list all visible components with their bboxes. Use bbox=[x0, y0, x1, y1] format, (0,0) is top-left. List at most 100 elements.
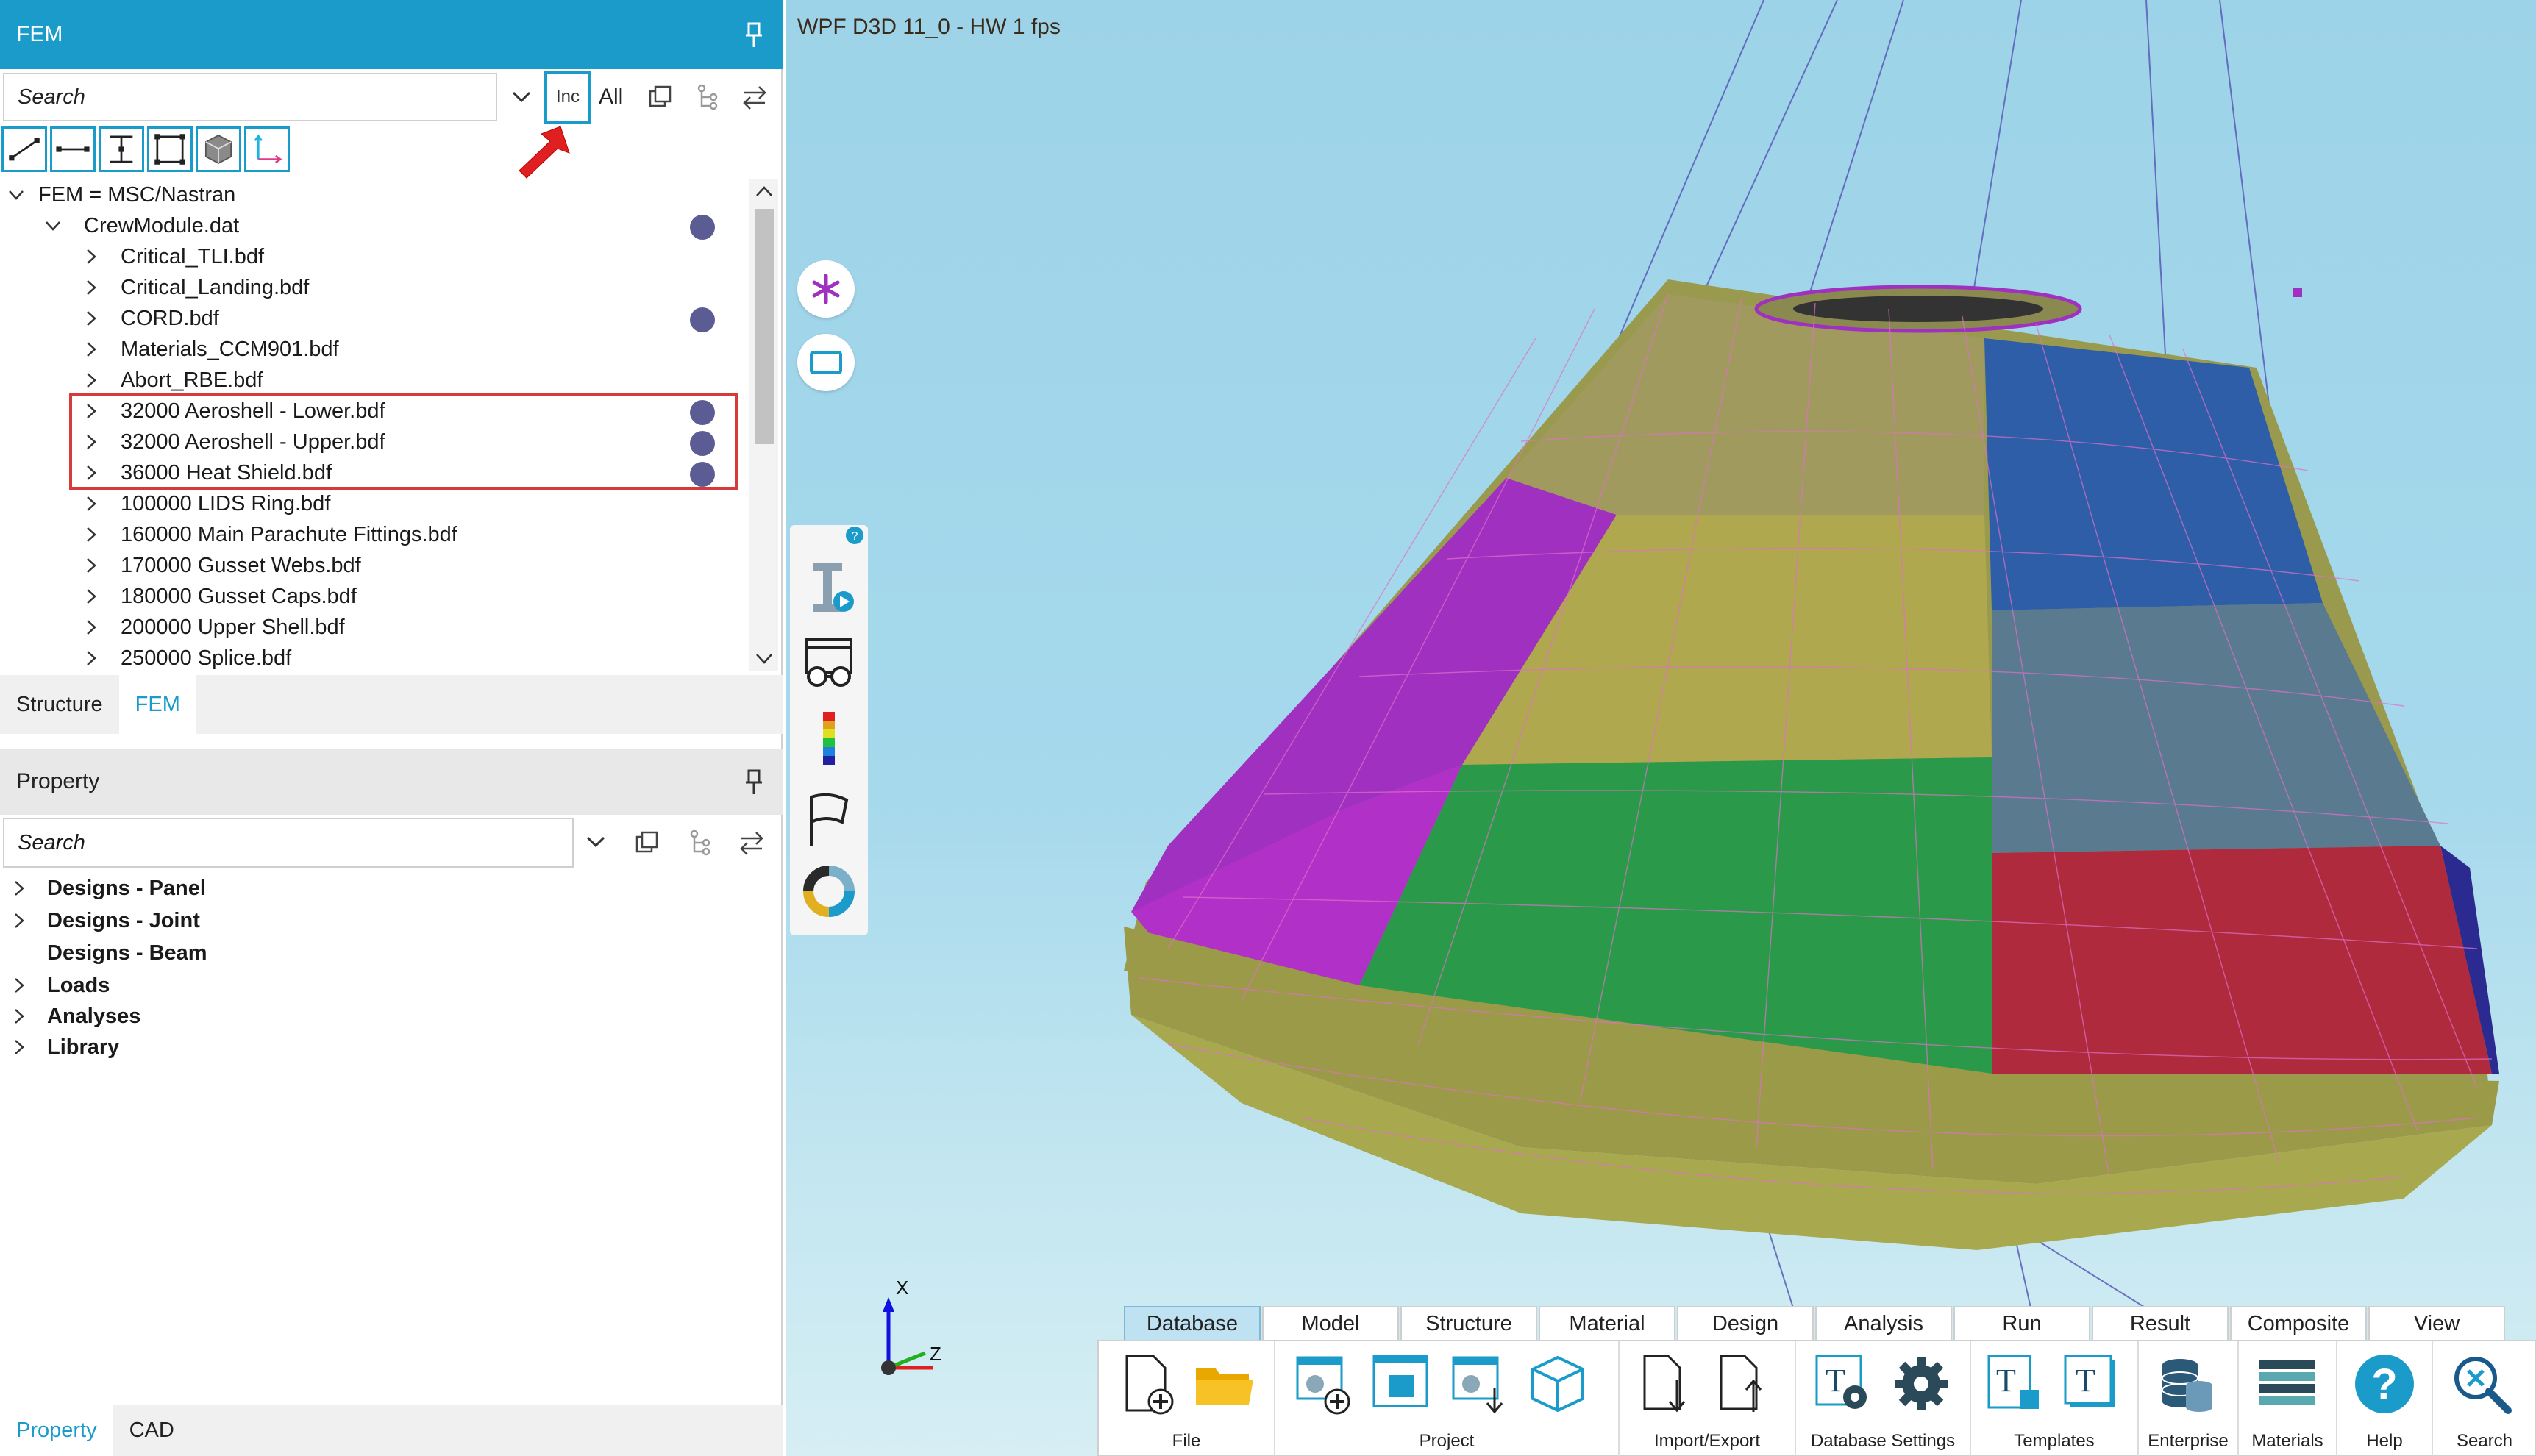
tree-item[interactable]: 200000 Upper Shell.bdf bbox=[82, 612, 345, 643]
template-stack-icon[interactable]: T bbox=[2058, 1350, 2126, 1418]
chevron-right-icon[interactable] bbox=[10, 879, 28, 897]
tree-root[interactable]: FEM = MSC/Nastran bbox=[7, 179, 235, 210]
tree-item[interactable]: Abort_RBE.bdf bbox=[82, 365, 263, 396]
chevron-right-icon[interactable] bbox=[10, 912, 28, 929]
property-search-input[interactable]: Search bbox=[3, 818, 574, 868]
crew-module-mesh-model[interactable] bbox=[786, 0, 2536, 1456]
template-document-icon[interactable]: T bbox=[1981, 1350, 2049, 1418]
chevron-right-icon[interactable] bbox=[82, 371, 100, 389]
chevron-down-icon[interactable] bbox=[502, 73, 541, 121]
ribbon-tab-model[interactable]: Model bbox=[1262, 1306, 1399, 1340]
chevron-right-icon[interactable] bbox=[82, 618, 100, 636]
ribbon-tab-view[interactable]: View bbox=[2368, 1306, 2505, 1340]
pin-icon[interactable] bbox=[744, 769, 763, 796]
database-icon[interactable] bbox=[2154, 1350, 2221, 1418]
chevron-right-icon[interactable] bbox=[82, 495, 100, 513]
swap-icon[interactable] bbox=[737, 828, 766, 857]
tab-structure[interactable]: Structure bbox=[0, 675, 119, 734]
all-filter-button[interactable]: All bbox=[599, 85, 623, 110]
project-window-icon[interactable] bbox=[1368, 1350, 1436, 1418]
search-icon[interactable] bbox=[2448, 1350, 2515, 1418]
ribbon-tab-composite[interactable]: Composite bbox=[2230, 1306, 2367, 1340]
ribbon-tab-analysis[interactable]: Analysis bbox=[1815, 1306, 1952, 1340]
copy-icon[interactable] bbox=[633, 828, 662, 857]
asterisk-icon[interactable] bbox=[797, 260, 855, 318]
chevron-down-icon[interactable] bbox=[755, 652, 774, 666]
tab-cad[interactable]: CAD bbox=[113, 1405, 190, 1456]
copy-icon[interactable] bbox=[646, 82, 675, 112]
chevron-right-icon[interactable] bbox=[10, 1007, 28, 1025]
chevron-right-icon[interactable] bbox=[82, 248, 100, 265]
ribbon-tab-structure[interactable]: Structure bbox=[1400, 1306, 1537, 1340]
tree-item[interactable]: 160000 Main Parachute Fittings.bdf bbox=[82, 519, 457, 550]
chevron-right-icon[interactable] bbox=[82, 340, 100, 358]
new-file-icon[interactable] bbox=[1112, 1350, 1180, 1418]
chevron-up-icon[interactable] bbox=[755, 184, 774, 199]
fem-search-input[interactable]: Search bbox=[3, 73, 497, 121]
chevron-right-icon[interactable] bbox=[10, 1038, 28, 1056]
gear-icon[interactable] bbox=[1887, 1350, 1955, 1418]
ribbon-tab-database[interactable]: Database bbox=[1124, 1306, 1261, 1340]
new-project-icon[interactable] bbox=[1290, 1350, 1358, 1418]
chevron-right-icon[interactable] bbox=[10, 977, 28, 994]
ribbon-tab-result[interactable]: Result bbox=[2092, 1306, 2229, 1340]
pin-icon[interactable] bbox=[744, 22, 763, 49]
open-folder-icon[interactable] bbox=[1190, 1350, 1258, 1418]
chevron-right-icon[interactable] bbox=[82, 588, 100, 605]
coordinate-system-icon[interactable] bbox=[244, 126, 290, 172]
tree-item[interactable]: 180000 Gusset Caps.bdf bbox=[82, 581, 357, 612]
beam-element-icon[interactable] bbox=[99, 126, 144, 172]
chevron-right-icon[interactable] bbox=[82, 526, 100, 543]
chevron-down-icon[interactable] bbox=[44, 217, 62, 235]
glasses-view-icon[interactable] bbox=[799, 634, 858, 693]
swap-icon[interactable] bbox=[740, 82, 769, 112]
property-item[interactable]: Library bbox=[10, 1031, 119, 1063]
scroll-thumb[interactable] bbox=[755, 209, 774, 444]
property-item[interactable]: Designs - Beam bbox=[47, 937, 207, 969]
package-box-icon[interactable] bbox=[1524, 1350, 1592, 1418]
color-legend-icon[interactable] bbox=[799, 709, 858, 768]
ribbon-tab-design[interactable]: Design bbox=[1677, 1306, 1814, 1340]
project-download-icon[interactable] bbox=[1446, 1350, 1514, 1418]
tab-fem[interactable]: FEM bbox=[118, 675, 196, 734]
chevron-right-icon[interactable] bbox=[82, 279, 100, 296]
property-item[interactable]: Loads bbox=[10, 969, 110, 1002]
flag-icon[interactable] bbox=[799, 790, 858, 849]
help-icon[interactable]: ? bbox=[844, 525, 865, 546]
tree-item[interactable]: Critical_TLI.bdf bbox=[82, 241, 264, 272]
hierarchy-icon[interactable] bbox=[685, 828, 715, 857]
export-icon[interactable] bbox=[1711, 1350, 1778, 1418]
property-item[interactable]: Designs - Joint bbox=[10, 904, 200, 937]
ribbon-tab-material[interactable]: Material bbox=[1539, 1306, 1675, 1340]
chevron-right-icon[interactable] bbox=[82, 310, 100, 327]
tree-item[interactable]: Materials_CCM901.bdf bbox=[82, 334, 339, 365]
3d-viewport[interactable]: WPF D3D 11_0 - HW 1 fps ? X Z Database M… bbox=[786, 0, 2536, 1456]
line-element-icon[interactable] bbox=[1, 126, 47, 172]
tab-property[interactable]: Property bbox=[0, 1405, 113, 1456]
chevron-right-icon[interactable] bbox=[82, 649, 100, 667]
chevron-down-icon[interactable] bbox=[585, 835, 606, 849]
beam-play-icon[interactable] bbox=[799, 557, 858, 616]
tree-item[interactable]: CORD.bdf bbox=[82, 303, 219, 334]
property-item[interactable]: Analyses bbox=[10, 1000, 140, 1032]
tree-item[interactable]: 250000 Splice.bdf bbox=[82, 643, 291, 671]
ribbon-tab-run[interactable]: Run bbox=[1953, 1306, 2090, 1340]
chevron-down-icon[interactable] bbox=[7, 186, 25, 204]
tree-item[interactable]: 170000 Gusset Webs.bdf bbox=[82, 550, 361, 581]
shell-element-icon[interactable] bbox=[147, 126, 193, 172]
inc-filter-button[interactable]: Inc bbox=[544, 71, 591, 124]
tree-item[interactable]: Critical_Landing.bdf bbox=[82, 272, 309, 303]
solid-element-icon[interactable] bbox=[196, 126, 241, 172]
materials-layers-icon[interactable] bbox=[2254, 1350, 2321, 1418]
bar-element-icon[interactable] bbox=[50, 126, 96, 172]
template-settings-icon[interactable]: T bbox=[1809, 1350, 1877, 1418]
color-ring-icon[interactable] bbox=[799, 862, 858, 921]
rectangle-select-icon[interactable] bbox=[797, 334, 855, 391]
import-icon[interactable] bbox=[1634, 1350, 1702, 1418]
hierarchy-icon[interactable] bbox=[693, 82, 722, 112]
property-item[interactable]: Designs - Panel bbox=[10, 872, 206, 904]
chevron-right-icon[interactable] bbox=[82, 557, 100, 574]
tree-model-file[interactable]: CrewModule.dat bbox=[44, 210, 239, 241]
help-icon[interactable]: ? bbox=[2351, 1350, 2418, 1418]
tree-scrollbar[interactable] bbox=[749, 179, 778, 671]
